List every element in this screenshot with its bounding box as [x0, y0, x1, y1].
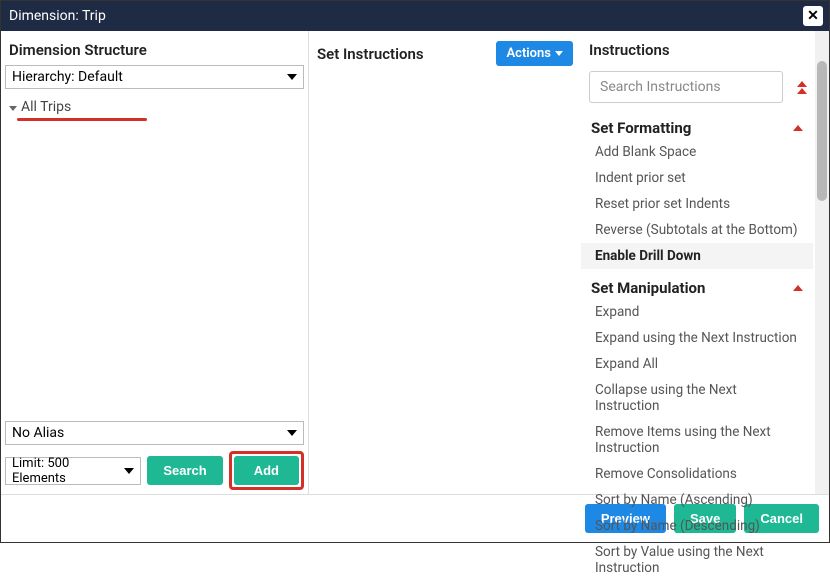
scrollbar-thumb[interactable]	[817, 61, 827, 201]
dialog-content: Dimension Structure Hierarchy: Default A…	[1, 31, 829, 494]
hierarchy-select-value: Hierarchy: Default	[12, 69, 123, 85]
dimension-structure-panel: Dimension Structure Hierarchy: Default A…	[1, 31, 309, 494]
instr-remove-items-next[interactable]: Remove Items using the Next Instruction	[581, 419, 813, 461]
alias-select-value: No Alias	[12, 425, 64, 441]
add-button-highlight: Add	[229, 451, 304, 490]
hierarchy-select[interactable]: Hierarchy: Default	[5, 65, 304, 89]
chevron-up-icon	[797, 88, 807, 94]
instr-add-blank-space[interactable]: Add Blank Space	[581, 139, 813, 165]
chevron-down-icon	[9, 106, 17, 111]
add-button[interactable]: Add	[234, 456, 299, 485]
instr-expand-all[interactable]: Expand All	[581, 351, 813, 377]
left-bottom-controls: Limit: 500 Elements Search Add	[1, 447, 308, 494]
hierarchy-tree: All Trips	[1, 93, 308, 421]
limit-select[interactable]: Limit: 500 Elements	[5, 457, 141, 485]
dialog-title: Dimension: Trip	[9, 8, 106, 24]
set-instructions-title: Set Instructions	[317, 45, 424, 63]
chevron-up-icon	[793, 125, 803, 131]
instr-enable-drill-down[interactable]: Enable Drill Down	[581, 243, 813, 269]
set-instructions-panel: Set Instructions Actions	[309, 31, 581, 494]
close-icon: ✕	[807, 8, 819, 24]
group-set-formatting-header[interactable]: Set Formatting	[581, 109, 813, 139]
dimension-structure-title: Dimension Structure	[1, 31, 308, 65]
group-set-formatting-title: Set Formatting	[591, 119, 691, 137]
search-instructions-input[interactable]: Search Instructions	[589, 71, 783, 103]
chevron-down-icon	[287, 430, 297, 436]
tree-root-label: All Trips	[21, 99, 71, 115]
scrollbar-track[interactable]	[815, 31, 829, 494]
instr-indent-prior-set[interactable]: Indent prior set	[581, 165, 813, 191]
instr-remove-consolidations[interactable]: Remove Consolidations	[581, 461, 813, 487]
close-button[interactable]: ✕	[803, 6, 823, 26]
chevron-down-icon	[555, 51, 563, 56]
chevron-down-icon	[287, 74, 297, 80]
instr-expand-next[interactable]: Expand using the Next Instruction	[581, 325, 813, 351]
limit-select-value: Limit: 500 Elements	[12, 456, 120, 486]
group-set-manipulation-header[interactable]: Set Manipulation	[581, 269, 813, 299]
titlebar: Dimension: Trip ✕	[1, 1, 829, 31]
tree-root-item[interactable]: All Trips	[9, 97, 300, 117]
search-button[interactable]: Search	[147, 456, 222, 485]
actions-dropdown[interactable]: Actions	[496, 41, 573, 66]
instr-sort-value-next[interactable]: Sort by Value using the Next Instruction	[581, 539, 813, 581]
alias-select[interactable]: No Alias	[5, 421, 304, 445]
actions-label: Actions	[506, 46, 551, 61]
chevron-down-icon	[124, 468, 134, 474]
instructions-title: Instructions	[581, 31, 678, 65]
instr-reset-prior-set-indents[interactable]: Reset prior set Indents	[581, 191, 813, 217]
instr-reverse-subtotals[interactable]: Reverse (Subtotals at the Bottom)	[581, 217, 813, 243]
highlight-underline	[17, 118, 147, 121]
instr-expand[interactable]: Expand	[581, 299, 813, 325]
chevron-up-icon	[793, 285, 803, 291]
instructions-panel: Instructions Search Instructions Set For…	[581, 31, 829, 494]
chevron-up-icon	[797, 81, 807, 87]
group-set-manipulation-title: Set Manipulation	[591, 279, 705, 297]
search-instructions-placeholder: Search Instructions	[600, 79, 721, 95]
instr-collapse-next[interactable]: Collapse using the Next Instruction	[581, 377, 813, 419]
instr-sort-name-desc[interactable]: Sort by Name (Descending)	[581, 513, 813, 539]
instr-sort-name-asc[interactable]: Sort by Name (Ascending)	[581, 487, 813, 513]
collapse-all-toggle[interactable]	[797, 81, 807, 94]
